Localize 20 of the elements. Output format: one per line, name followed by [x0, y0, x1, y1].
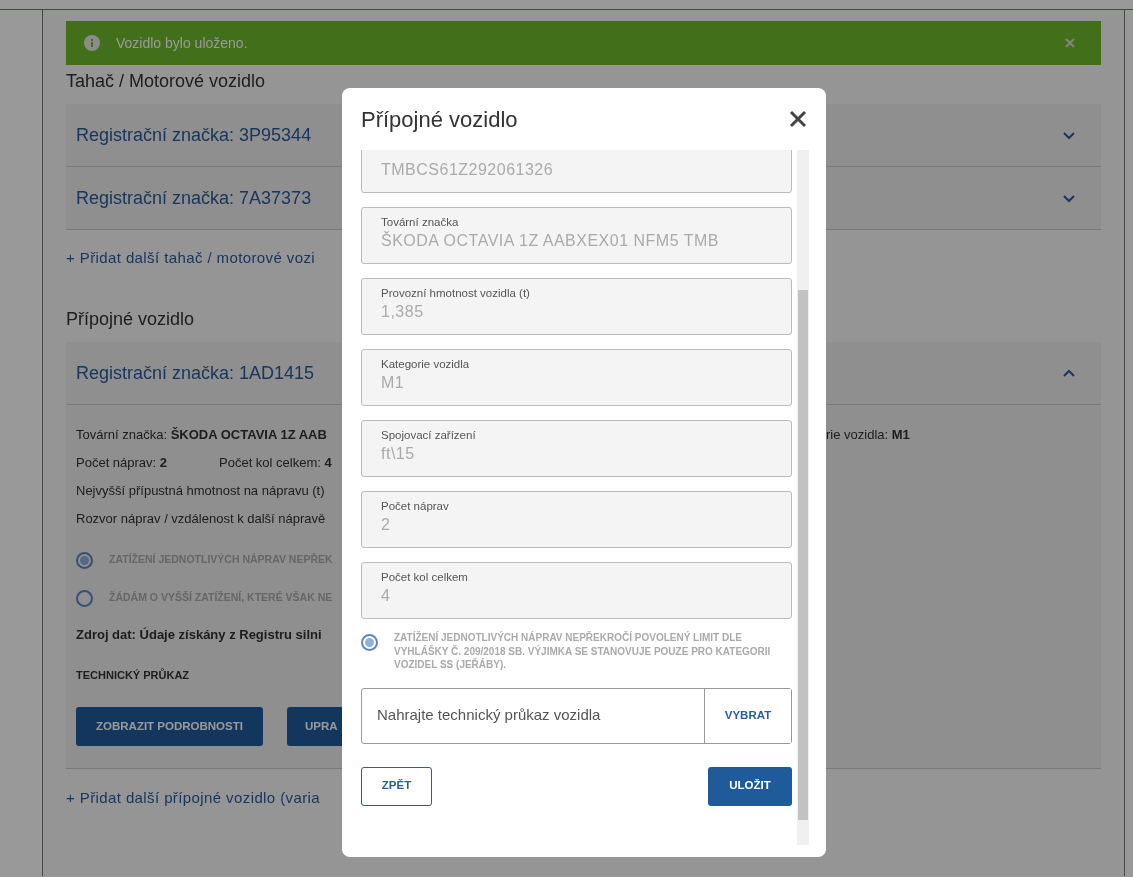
- readonly-field: Počet kol celkem 4: [361, 562, 792, 619]
- readonly-field: Spojovací zařízení ft\15: [361, 420, 792, 477]
- section-heading: Přípojné vozidlo: [66, 308, 195, 331]
- readonly-field: TMBCS61Z292061326: [361, 150, 792, 193]
- radio-label: ZATÍŽENÍ JEDNOTLIVÝCH NÁPRAV NEPŘEKROČÍ POVOLENÝ LIMIT DLE VYHLÁŠKY Č. 209/2018 SB. VÝJIMKA SE STANOVUJE POUZE PRO KATEGORII VOZIDEL SS (JEŘÁBY).: [394, 631, 772, 672]
- info-text: Nejvyšší přípustná hmotnost na nápravu (t): [76, 482, 325, 501]
- info-text: Počet kol celkem: 4: [219, 454, 332, 473]
- alert-message: Vozidlo bylo uloženo.: [116, 33, 248, 53]
- data-source-text: Zdroj dat: Údaje získány z Registru silni: [76, 626, 322, 644]
- readonly-field: Provozní hmotnost vozidla (t) 1,385: [361, 278, 792, 335]
- info-text: Počet náprav: 2: [76, 454, 169, 473]
- section-label: TECHNICKÝ PRŮKAZ: [76, 667, 191, 683]
- section-heading: Tahač / Motorové vozidlo: [66, 70, 266, 93]
- modal-title: Přípojné vozidlo: [361, 105, 518, 134]
- info-text: Rozvor náprav / vzdálenost k další nápravě: [76, 510, 326, 529]
- readonly-field: Tovární značka ŠKODA OCTAVIA 1Z AABXEX01 NFM5 TMB: [361, 207, 792, 264]
- info-text: Tovární značka: ŠKODA OCTAVIA 1Z AAB: [76, 426, 327, 445]
- readonly-field: Počet náprav 2: [361, 491, 792, 548]
- info-text: rie vozidla: M1: [826, 426, 911, 445]
- readonly-field: Kategorie vozidla M1: [361, 349, 792, 406]
